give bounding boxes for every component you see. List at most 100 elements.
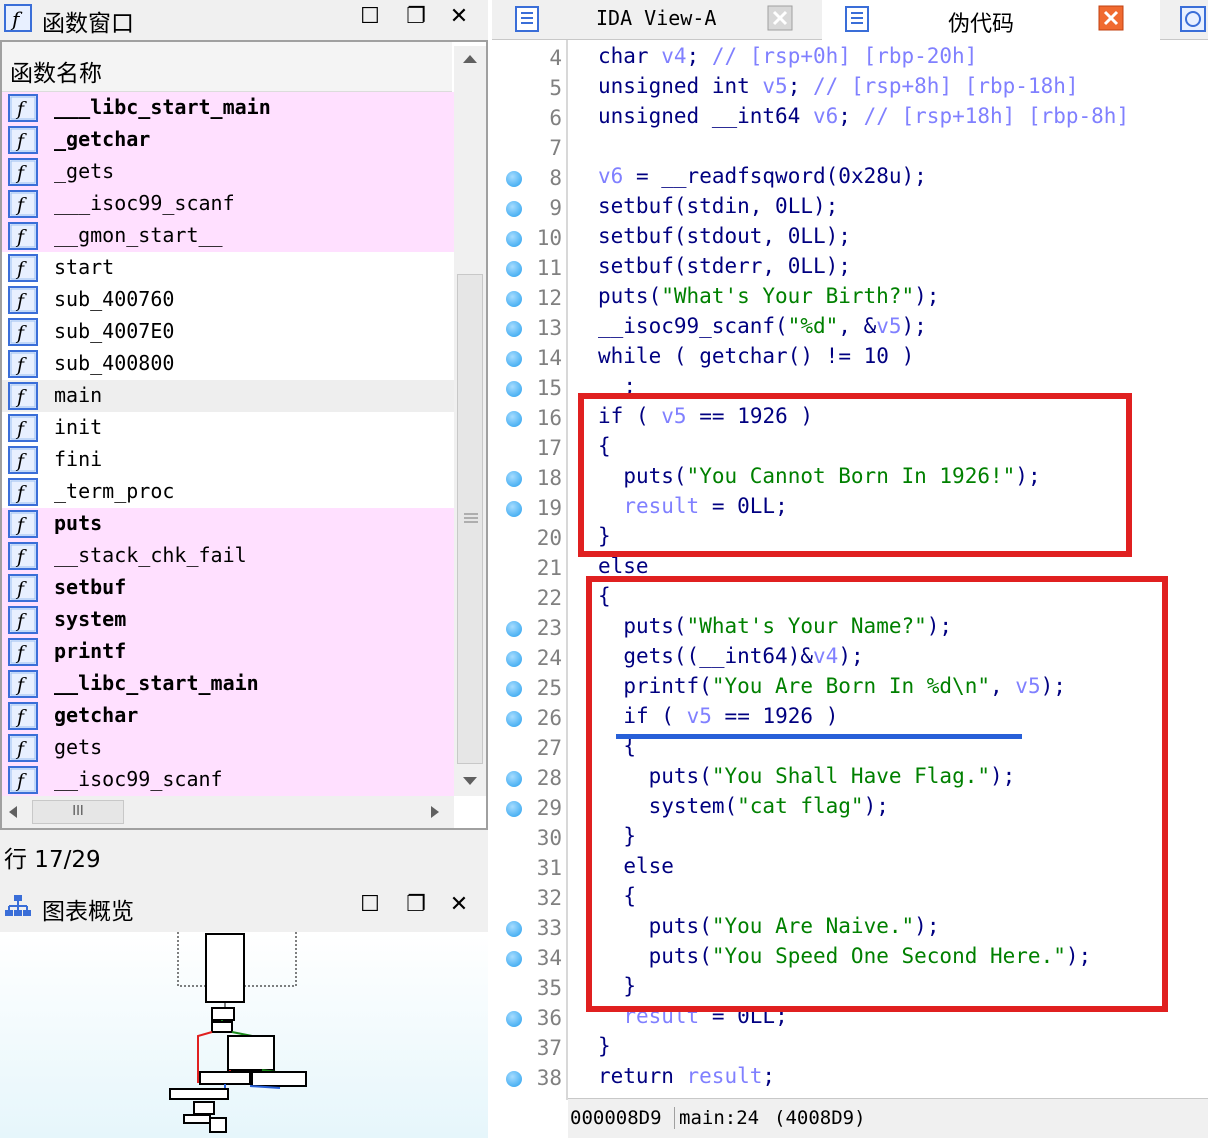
function-name: getchar [54, 703, 139, 727]
breakpoint-dot-icon[interactable] [506, 471, 522, 487]
line-number: 23 [536, 616, 562, 640]
code-line[interactable]: } [598, 1034, 611, 1064]
tab-close-icon[interactable] [1098, 5, 1124, 31]
function-list-item[interactable]: f puts [2, 508, 454, 540]
breakpoint-dot-icon[interactable] [506, 231, 522, 247]
code-line[interactable]: char v4; // [rsp+0h] [rbp-20h] [598, 44, 977, 74]
code-line[interactable]: setbuf(stderr, 0LL); [598, 254, 851, 284]
code-line[interactable]: v6 = __readfsqword(0x28u); [598, 164, 927, 194]
function-icon: f [8, 542, 38, 570]
code-line[interactable]: while ( getchar() != 10 ) [598, 344, 914, 374]
breakpoint-dot-icon[interactable] [506, 261, 522, 277]
function-list-item[interactable]: f _term_proc [2, 476, 454, 508]
function-list-item[interactable]: f printf [2, 636, 454, 668]
function-list-item[interactable]: f sub_400800 [2, 348, 454, 380]
breakpoint-dot-icon[interactable] [506, 1071, 522, 1087]
function-list-item[interactable]: f start [2, 252, 454, 284]
breakpoint-dot-icon[interactable] [506, 321, 522, 337]
breakpoint-dot-icon[interactable] [506, 621, 522, 637]
graph-overview-titlebar: 图表概览 ☐ ❐ ✕ [0, 888, 488, 925]
line-number: 33 [536, 916, 562, 940]
function-list-item[interactable]: f _gets [2, 156, 454, 188]
scroll-right-icon[interactable] [430, 805, 440, 819]
breakpoint-dot-icon[interactable] [506, 771, 522, 787]
function-list-item[interactable]: f __gmon_start__ [2, 220, 454, 252]
code-line[interactable]: __isoc99_scanf("%d", &v5); [598, 314, 927, 344]
function-list-item[interactable]: f sub_400760 [2, 284, 454, 316]
graph-overview-canvas[interactable] [0, 929, 488, 1138]
vertical-scrollbar[interactable] [454, 46, 486, 796]
function-list-item[interactable]: f gets [2, 732, 454, 764]
code-line[interactable]: return result; [598, 1064, 775, 1094]
function-list-item[interactable]: f __isoc99_scanf [2, 764, 454, 796]
float-window-icon[interactable]: ❐ [402, 3, 430, 31]
breakpoint-dot-icon[interactable] [506, 801, 522, 817]
function-list-item[interactable]: f system [2, 604, 454, 636]
code-line[interactable]: setbuf(stdout, 0LL); [598, 224, 851, 254]
code-line[interactable]: puts("What's Your Birth?"); [598, 284, 939, 314]
close-icon[interactable]: ✕ [445, 891, 473, 919]
close-icon[interactable]: ✕ [445, 3, 473, 31]
tab-close-icon[interactable] [767, 5, 793, 31]
function-list-item[interactable]: f _getchar [2, 124, 454, 156]
function-list-item[interactable]: f sub_4007E0 [2, 316, 454, 348]
function-list-item[interactable]: f init [2, 412, 454, 444]
line-number: 19 [536, 496, 562, 520]
line-number-gutter[interactable]: 4 5 6 7 8 9 10 11 12 13 14 15 16 17 18 19 20 21 22 23 24 25 26… [492, 40, 568, 1100]
code-line[interactable]: unsigned __int64 v6; // [rsp+18h] [rbp-8… [598, 104, 1129, 134]
breakpoint-dot-icon[interactable] [506, 1011, 522, 1027]
code-text: setbuf(stderr, 0LL); [598, 254, 851, 278]
breakpoint-dot-icon[interactable] [506, 171, 522, 187]
code-text: return result; [598, 1064, 776, 1088]
line-number: 36 [536, 1006, 562, 1030]
function-list-item[interactable]: f ___isoc99_scanf [2, 188, 454, 220]
breakpoint-dot-icon[interactable] [506, 951, 522, 967]
breakpoint-dot-icon[interactable] [506, 381, 522, 397]
line-number: 10 [536, 226, 562, 250]
line-number: 8 [549, 166, 562, 190]
function-list-item[interactable]: f __libc_start_main [2, 668, 454, 700]
scroll-up-icon[interactable] [462, 54, 478, 64]
function-list-item[interactable]: f getchar [2, 700, 454, 732]
line-number: 35 [536, 976, 562, 1000]
function-icon: f [8, 382, 38, 410]
breakpoint-dot-icon[interactable] [506, 351, 522, 367]
breakpoint-dot-icon[interactable] [506, 291, 522, 307]
function-list-item[interactable]: f main [2, 380, 454, 412]
code-line[interactable]: unsigned int v5; // [rsp+8h] [rbp-18h] [598, 74, 1079, 104]
tab-hex-view[interactable] [1160, 0, 1208, 40]
maximize-icon[interactable]: ☐ [356, 891, 384, 919]
horizontal-scrollbar[interactable]: III [2, 796, 454, 828]
breakpoint-dot-icon[interactable] [506, 711, 522, 727]
function-list-item[interactable]: f fini [2, 444, 454, 476]
breakpoint-dot-icon[interactable] [506, 201, 522, 217]
code-line[interactable]: setbuf(stdin, 0LL); [598, 194, 838, 224]
scroll-left-icon[interactable] [8, 805, 18, 819]
breakpoint-dot-icon[interactable] [506, 411, 522, 427]
breakpoint-dot-icon[interactable] [506, 921, 522, 937]
maximize-icon[interactable]: ☐ [356, 3, 384, 31]
function-list-item[interactable]: f setbuf [2, 572, 454, 604]
line-number: 20 [536, 526, 562, 550]
function-name: _getchar [54, 127, 151, 151]
breakpoint-dot-icon[interactable] [506, 501, 522, 517]
function-name: ___libc_start_main [54, 95, 271, 119]
function-list-item[interactable]: f ___libc_start_main [2, 92, 454, 124]
line-number: 31 [536, 856, 562, 880]
horizontal-scroll-thumb[interactable]: III [32, 800, 124, 824]
float-window-icon[interactable]: ❐ [402, 891, 430, 919]
function-icon: f [8, 158, 38, 186]
functions-list-panel: 函数名称 f ___libc_start_main f _getchar f _gets f… [0, 40, 488, 830]
tab-pseudocode[interactable]: 伪代码 [822, 0, 1160, 40]
breakpoint-dot-icon[interactable] [506, 651, 522, 667]
line-number: 25 [536, 676, 562, 700]
function-list-item[interactable]: f __stack_chk_fail [2, 540, 454, 572]
tab-ida-view-a[interactable]: IDA View-A [492, 0, 822, 40]
breakpoint-dot-icon[interactable] [506, 681, 522, 697]
function-name: _term_proc [54, 479, 175, 503]
scroll-down-icon[interactable] [462, 776, 478, 786]
line-number: 13 [536, 316, 562, 340]
function-icon: f [8, 446, 38, 474]
function-name-column-header[interactable]: 函数名称 [2, 42, 452, 92]
vertical-scroll-thumb[interactable] [457, 274, 483, 764]
